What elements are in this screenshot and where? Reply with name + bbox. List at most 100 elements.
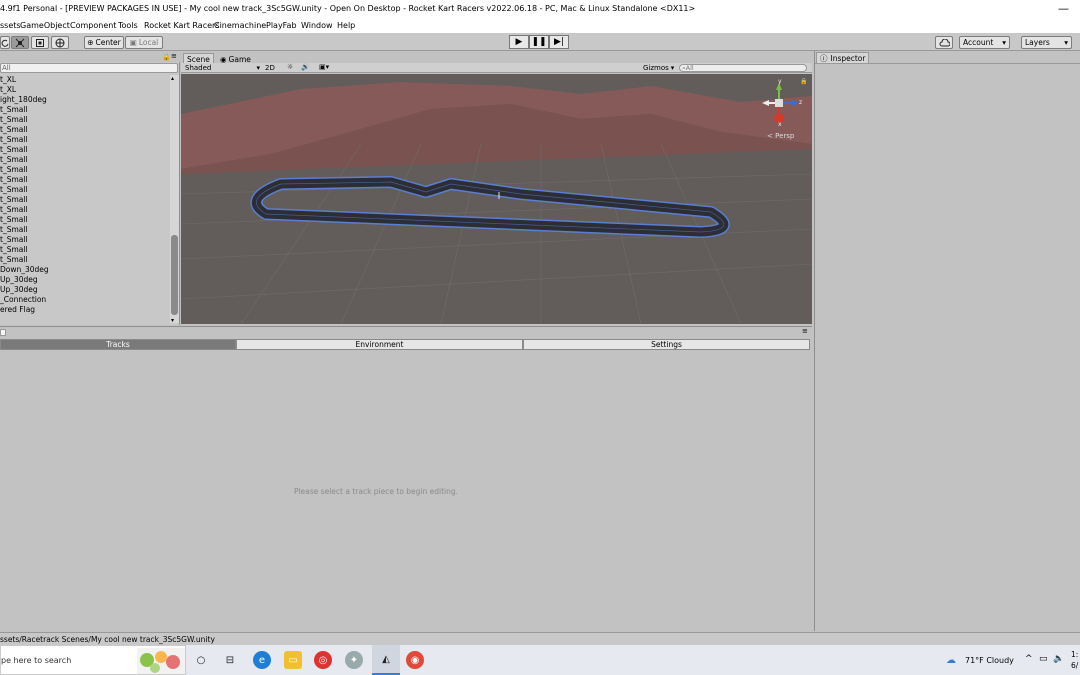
scene-render: [181, 74, 812, 324]
edge-icon[interactable]: e: [253, 651, 271, 669]
network-icon[interactable]: ▭: [1039, 654, 1048, 664]
menu-help[interactable]: Help: [337, 21, 355, 30]
pivot-center-button[interactable]: ⊕ Center: [84, 36, 124, 49]
task-view-icon[interactable]: ⊟: [221, 651, 239, 669]
persp-label[interactable]: < Persp: [767, 132, 794, 140]
title-bar: 4.9f1 Personal - [PREVIEW PACKAGES IN US…: [0, 0, 1080, 19]
list-item[interactable]: t_XL: [0, 75, 16, 85]
menu-window[interactable]: Window: [301, 21, 333, 30]
menu-tools[interactable]: Tools: [118, 21, 138, 30]
browser-icon[interactable]: ◎: [314, 651, 332, 669]
scroll-up-icon[interactable]: ▴: [171, 75, 174, 82]
gizmos-dropdown[interactable]: Gizmos ▾: [643, 64, 674, 72]
tab-environment[interactable]: Environment: [236, 339, 523, 350]
shading-dropdown[interactable]: Shaded ▾: [185, 64, 260, 72]
list-item[interactable]: t_Small: [0, 255, 28, 265]
list-item[interactable]: _Connection: [0, 295, 46, 305]
list-item[interactable]: Up_30deg: [0, 285, 38, 295]
hierarchy-header: 🔒 ≡: [0, 52, 180, 62]
list-item[interactable]: t_Small: [0, 235, 28, 245]
menu-playfab[interactable]: PlayFab: [266, 21, 297, 30]
tab-inspector[interactable]: ⓘ Inspector: [816, 52, 870, 63]
hierarchy-scrollbar[interactable]: ▴ ▾: [170, 75, 179, 324]
inspector-panel: ⓘ Inspector: [814, 51, 1080, 631]
list-item[interactable]: t_Small: [0, 125, 28, 135]
rect-tool-button[interactable]: [31, 36, 49, 49]
list-item[interactable]: t_Small: [0, 225, 28, 235]
cloud-button[interactable]: [935, 36, 953, 49]
cortana-icon[interactable]: ○: [192, 651, 210, 669]
account-dropdown[interactable]: Account ▾: [959, 36, 1010, 49]
chrome-icon[interactable]: ◉: [406, 651, 424, 669]
scroll-down-icon[interactable]: ▾: [171, 317, 174, 324]
menu-rocket-kart-racers[interactable]: Rocket Kart Racers: [144, 21, 219, 30]
effects-icon[interactable]: ▣▾: [319, 63, 329, 71]
scene-toolbar: Shaded ▾ 2D ☼ 🔊 ▣▾ Gizmos ▾ ⌕All: [181, 63, 812, 73]
weather-text[interactable]: 71°F Cloudy: [965, 656, 1014, 665]
rotate-tool-button[interactable]: [0, 36, 10, 49]
menu-assets[interactable]: ssets: [0, 21, 21, 30]
list-item[interactable]: t_Small: [0, 105, 28, 115]
hierarchy-search-input[interactable]: All: [0, 63, 178, 73]
account-label: Account: [963, 38, 994, 47]
menu-cinemachine[interactable]: Cinemachine: [214, 21, 266, 30]
list-item[interactable]: t_Small: [0, 215, 28, 225]
track-editor-tab[interactable]: [0, 329, 6, 336]
transform-tool-button[interactable]: [51, 36, 69, 49]
layers-dropdown[interactable]: Layers ▾: [1021, 36, 1072, 49]
chevron-up-icon[interactable]: ^: [1025, 654, 1033, 664]
2d-toggle[interactable]: 2D: [265, 64, 275, 72]
list-item[interactable]: t_Small: [0, 165, 28, 175]
pause-button[interactable]: ❚❚: [529, 35, 549, 49]
scale-icon: [15, 38, 25, 47]
list-item[interactable]: t_Small: [0, 145, 28, 155]
list-item[interactable]: t_Small: [0, 175, 28, 185]
scene-search-input[interactable]: ⌕All: [679, 64, 807, 72]
list-item[interactable]: t_Small: [0, 155, 28, 165]
list-item[interactable]: t_Small: [0, 135, 28, 145]
minimize-button[interactable]: —: [1058, 2, 1069, 15]
audio-icon[interactable]: 🔊: [301, 63, 310, 71]
lock-icon[interactable]: 🔒: [162, 53, 171, 61]
list-item[interactable]: t_Small: [0, 195, 28, 205]
weather-icon[interactable]: ☁: [946, 655, 956, 666]
list-item[interactable]: Up_30deg: [0, 275, 38, 285]
list-item[interactable]: t_Small: [0, 245, 28, 255]
file-explorer-icon[interactable]: ▭: [284, 651, 302, 669]
space-label: Local: [138, 38, 159, 47]
tab-settings[interactable]: Settings: [523, 339, 810, 350]
axis-x-label: x: [778, 121, 782, 128]
scrollbar-thumb[interactable]: [171, 235, 178, 315]
list-item[interactable]: ered Flag: [0, 305, 35, 315]
space-local-button[interactable]: ▣ Local: [125, 36, 163, 49]
list-item[interactable]: t_Small: [0, 185, 28, 195]
lock-icon[interactable]: 🔒: [800, 78, 807, 85]
scale-tool-button[interactable]: [11, 36, 29, 49]
lighting-icon[interactable]: ☼: [287, 63, 293, 71]
play-button[interactable]: ▶: [509, 35, 529, 49]
menu-component[interactable]: Component: [70, 21, 116, 30]
tab-tracks[interactable]: Tracks: [0, 339, 236, 350]
orientation-gizmo[interactable]: y z x < Persp 🔒: [760, 78, 807, 140]
unity-icon[interactable]: ◭: [372, 645, 400, 675]
menu-gameobject[interactable]: GameObject: [20, 21, 70, 30]
menu-icon[interactable]: ≡: [171, 52, 177, 60]
clock-date[interactable]: 6/: [1071, 661, 1078, 670]
list-item[interactable]: t_XL: [0, 85, 16, 95]
list-item[interactable]: Down_30deg: [0, 265, 49, 275]
clock-time[interactable]: 1:: [1071, 650, 1078, 659]
list-item[interactable]: t_Small: [0, 205, 28, 215]
taskbar-search-box[interactable]: pe here to search: [0, 645, 186, 675]
tab-settings-label: Settings: [651, 340, 682, 349]
empty-state-message: Please select a track piece to begin edi…: [293, 487, 459, 496]
volume-icon[interactable]: 🔈: [1053, 654, 1064, 664]
menu-icon[interactable]: ≡: [802, 327, 808, 335]
list-item[interactable]: t_Small: [0, 115, 28, 125]
step-button[interactable]: ▶|: [549, 35, 569, 49]
scene-viewport[interactable]: y z x < Persp 🔒: [181, 74, 812, 324]
axis-z-label: z: [799, 99, 803, 106]
list-item[interactable]: ight_180deg: [0, 95, 47, 105]
taskbar-search-placeholder: pe here to search: [1, 656, 72, 665]
app-icon[interactable]: ✦: [345, 651, 363, 669]
inspector-divider: [815, 63, 1080, 64]
